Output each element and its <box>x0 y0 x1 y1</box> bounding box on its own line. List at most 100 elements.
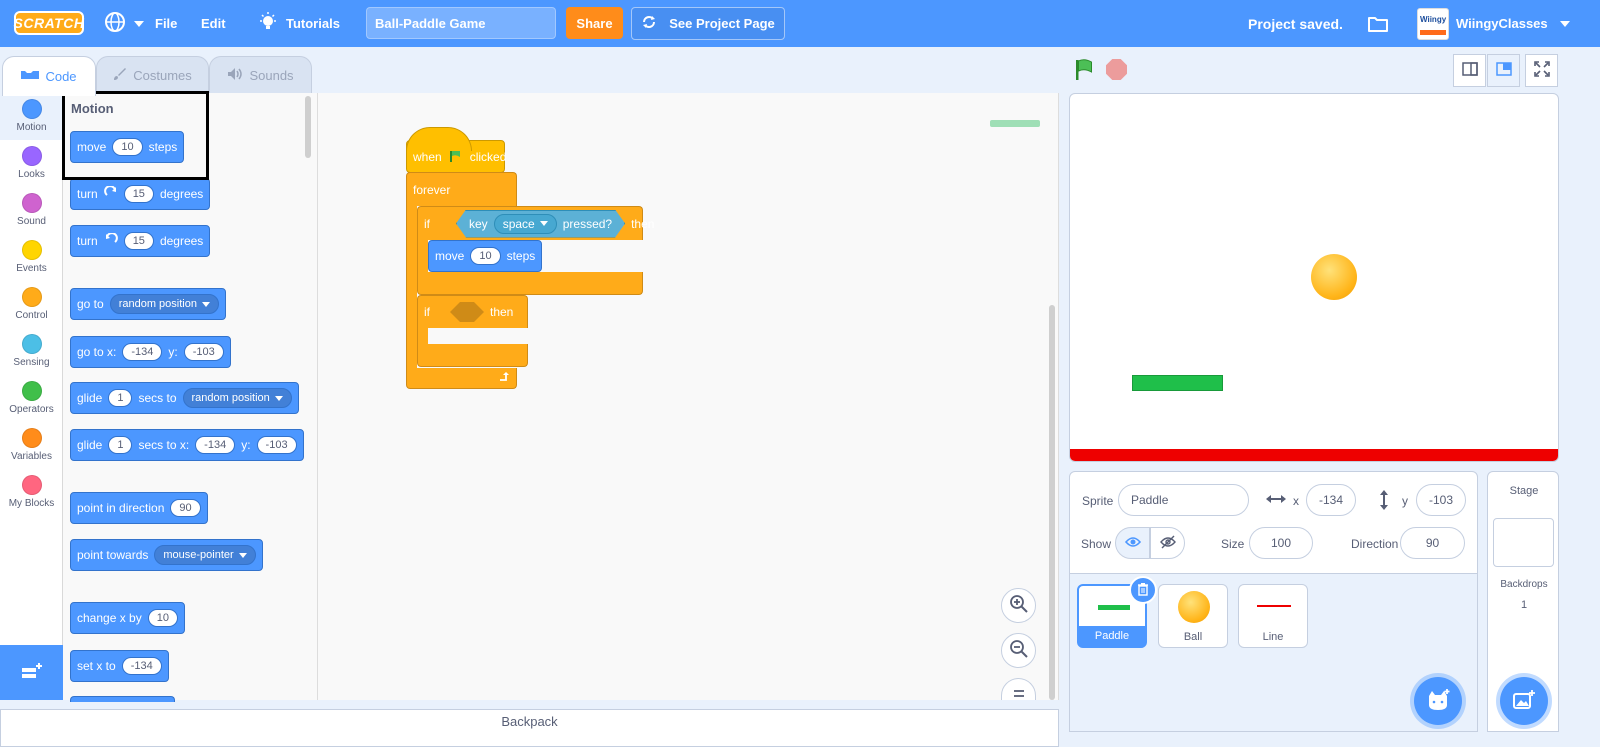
category-my-blocks[interactable]: My Blocks <box>0 469 63 516</box>
small-stage-button[interactable] <box>1453 54 1486 87</box>
size-input[interactable]: 100 <box>1249 527 1313 559</box>
language-menu[interactable] <box>104 0 144 47</box>
account-menu[interactable]: WiingyClasses <box>1456 0 1570 47</box>
tutorials-button[interactable]: Tutorials <box>258 0 340 47</box>
paddle-sprite[interactable] <box>1132 375 1223 391</box>
chevron-down-icon <box>134 20 144 27</box>
delete-sprite-button[interactable] <box>1129 576 1157 604</box>
if-then-block-empty[interactable]: if then <box>417 295 528 328</box>
show-hidden-button[interactable] <box>1150 527 1185 559</box>
key-dropdown[interactable]: space <box>494 214 557 234</box>
x-input[interactable]: -134 <box>195 436 236 454</box>
share-button[interactable]: Share <box>566 7 623 39</box>
key-pressed-block[interactable]: key space pressed? <box>456 210 625 238</box>
go-to-block[interactable]: go to random position <box>70 288 226 320</box>
tab-sounds[interactable]: Sounds <box>209 56 312 94</box>
see-project-label: See Project Page <box>669 16 775 31</box>
direction-input[interactable]: 90 <box>1400 527 1465 559</box>
category-label: Sound <box>17 216 46 227</box>
x-input[interactable]: -134 <box>122 343 163 361</box>
sprite-tile-line[interactable]: Line <box>1238 584 1308 648</box>
empty-condition-slot[interactable] <box>450 302 484 322</box>
fullscreen-icon <box>1533 61 1550 80</box>
block-text: change x by <box>77 611 142 625</box>
y-input[interactable]: -103 <box>183 343 224 361</box>
category-motion[interactable]: Motion <box>0 93 63 140</box>
go-to-xy-block[interactable]: go to x: -134 y: -103 <box>70 336 231 368</box>
degrees-input[interactable]: 15 <box>123 185 154 203</box>
my-stuff-folder-icon[interactable] <box>1367 0 1389 47</box>
chevron-down-icon <box>1559 20 1570 27</box>
glide-xy-block[interactable]: glide 1 secs to x: -134 y: -103 <box>70 429 304 461</box>
move-steps-block-script[interactable]: move 10 steps <box>428 240 543 272</box>
block-text: forever <box>413 182 451 197</box>
dropdown-value: random position <box>118 298 197 310</box>
if-then-block[interactable]: if key space pressed? then <box>417 206 654 240</box>
category-control[interactable]: Control <box>0 281 63 328</box>
change-x-input[interactable]: 10 <box>147 609 178 627</box>
fullscreen-button[interactable] <box>1525 54 1558 87</box>
loop-arrow-icon <box>498 371 510 386</box>
zoom-in-button[interactable] <box>1001 588 1036 623</box>
stop-button[interactable] <box>1106 59 1127 80</box>
tab-code-label: Code <box>45 69 77 84</box>
size-label: Size <box>1221 537 1245 551</box>
palette-scrollbar[interactable] <box>305 96 311 158</box>
glide-target-dropdown[interactable]: random position <box>182 388 292 408</box>
set-x-input[interactable]: -134 <box>121 657 162 675</box>
glide-block[interactable]: glide 1 secs to random position <box>70 382 299 414</box>
show-visible-button[interactable] <box>1115 527 1150 559</box>
script-scrollbar[interactable] <box>1049 305 1055 700</box>
category-sound[interactable]: Sound <box>0 187 63 234</box>
green-flag-button[interactable] <box>1073 58 1097 85</box>
category-sensing[interactable]: Sensing <box>0 328 63 375</box>
backdrop-thumbnail[interactable] <box>1493 518 1554 567</box>
menu-bar: SCRATCH File Edit Tutorials Ball-Paddle … <box>0 0 1600 47</box>
point-in-direction-block[interactable]: point in direction 90 <box>70 492 208 524</box>
choose-backdrop-button[interactable] <box>1500 677 1548 725</box>
y-position-input[interactable]: -103 <box>1416 484 1466 516</box>
category-variables[interactable]: Variables <box>0 422 63 469</box>
category-looks[interactable]: Looks <box>0 140 63 187</box>
stage-canvas[interactable] <box>1069 93 1559 462</box>
edit-menu[interactable]: Edit <box>201 0 226 47</box>
add-extension-button[interactable] <box>0 645 63 700</box>
secs-input[interactable]: 1 <box>108 436 133 454</box>
backpack-header[interactable]: Backpack <box>0 709 1059 747</box>
y-input[interactable]: -103 <box>256 436 297 454</box>
ball-sprite[interactable] <box>1311 254 1357 300</box>
tab-code[interactable]: Code <box>2 56 96 96</box>
forever-block[interactable]: forever <box>406 172 517 206</box>
steps-input[interactable]: 10 <box>470 247 501 265</box>
zoom-out-button[interactable] <box>1001 633 1036 668</box>
turn-right-block[interactable]: turn 15 degrees <box>70 178 211 210</box>
sprite-name-input[interactable]: Paddle <box>1118 484 1249 516</box>
choose-sprite-button[interactable] <box>1414 677 1462 725</box>
sprite-tile-ball[interactable]: Ball <box>1158 584 1228 648</box>
degrees-input[interactable]: 15 <box>123 232 154 250</box>
avatar-text: Wiingy <box>1420 15 1447 24</box>
category-operators[interactable]: Operators <box>0 375 63 422</box>
project-title-input[interactable]: Ball-Paddle Game <box>366 7 556 39</box>
block-text: move <box>435 249 465 263</box>
point-towards-dropdown[interactable]: mouse-pointer <box>154 545 256 565</box>
line-sprite[interactable] <box>1070 449 1558 461</box>
avatar[interactable]: Wiingy <box>1417 8 1449 40</box>
go-to-target-dropdown[interactable]: random position <box>109 294 219 314</box>
tab-costumes[interactable]: Costumes <box>96 56 209 94</box>
turn-left-block[interactable]: turn 15 degrees <box>70 225 211 257</box>
point-towards-block[interactable]: point towards mouse-pointer <box>70 539 263 571</box>
change-x-block[interactable]: change x by 10 <box>70 602 185 634</box>
see-project-page-button[interactable]: See Project Page <box>631 7 785 40</box>
file-menu[interactable]: File <box>155 0 177 47</box>
normal-stage-button[interactable] <box>1487 54 1520 87</box>
scratch-logo[interactable]: SCRATCH <box>14 11 84 35</box>
set-x-block[interactable]: set x to -134 <box>70 650 169 682</box>
if-footer <box>417 344 528 367</box>
direction-input[interactable]: 90 <box>170 499 201 517</box>
secs-input[interactable]: 1 <box>108 389 133 407</box>
category-dot <box>21 381 42 401</box>
x-position-input[interactable]: -134 <box>1306 484 1356 516</box>
block-text: turn <box>77 187 98 201</box>
category-events[interactable]: Events <box>0 234 63 281</box>
